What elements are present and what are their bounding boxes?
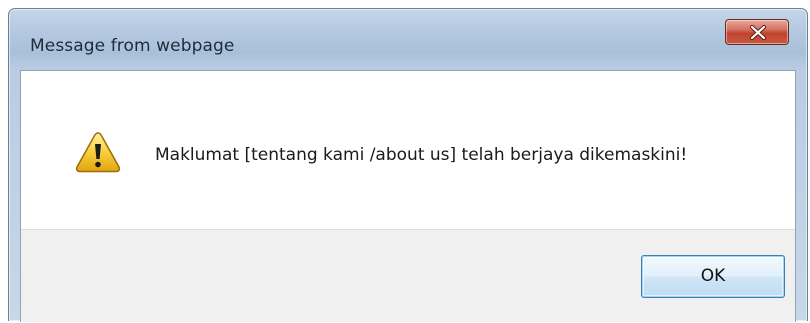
title-bar[interactable]: Message from webpage <box>9 9 807 69</box>
message-area: Maklumat [tentang kami /about us] telah … <box>21 71 795 229</box>
button-area: OK <box>21 229 795 322</box>
dialog-title: Message from webpage <box>30 36 235 56</box>
warning-icon <box>75 132 121 173</box>
ok-button[interactable]: OK <box>641 255 785 298</box>
dialog-content: Maklumat [tentang kami /about us] telah … <box>20 70 796 322</box>
dialog-window: Message from webpage Maklumat [tentang k… <box>8 8 808 322</box>
message-text: Maklumat [tentang kami /about us] telah … <box>155 145 688 165</box>
close-icon <box>750 25 766 40</box>
close-button[interactable] <box>725 19 789 45</box>
